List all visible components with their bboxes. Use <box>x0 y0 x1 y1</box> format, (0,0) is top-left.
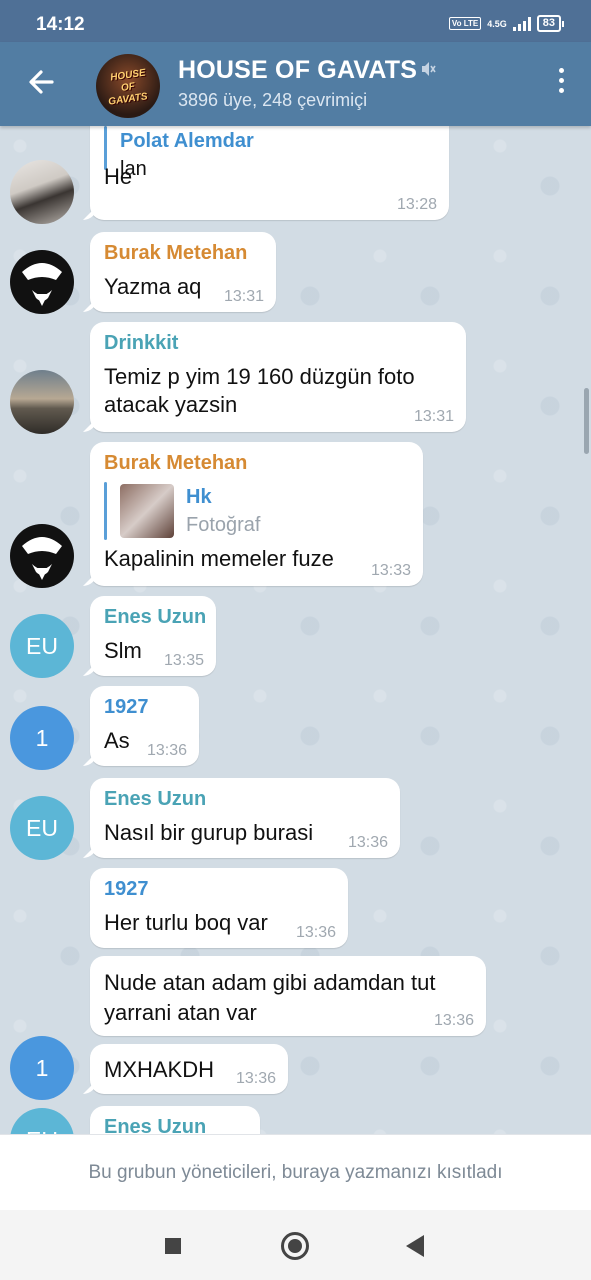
message-sender[interactable]: Enes Uzun <box>104 606 206 629</box>
avatar[interactable] <box>10 160 74 224</box>
message-bubble[interactable]: Enes Uzun Nasıl bir gurup burasi 13:36 <box>83 778 400 858</box>
message-bubble[interactable]: MXHAKDH 13:36 <box>83 1044 288 1094</box>
message-text: Temiz p yim 19 160 düzgün foto <box>104 364 415 389</box>
avatar[interactable]: 1 <box>10 706 74 770</box>
masked-face-avatar-icon <box>22 537 62 580</box>
message-text: Yazma aq <box>104 274 202 299</box>
message-bubble[interactable]: 1927 As 13:36 <box>83 686 199 766</box>
avatar[interactable]: EU <box>10 614 74 678</box>
battery-icon: 83 <box>536 15 565 32</box>
avatar[interactable] <box>10 524 74 588</box>
avatar[interactable]: 1 <box>10 1036 74 1100</box>
message-sender[interactable]: Polat Alemdar <box>120 130 254 153</box>
muted-icon <box>422 62 436 76</box>
message-time: 13:36 <box>433 1012 474 1029</box>
group-member-count: 3896 üye, 248 çevrimiçi <box>178 90 368 110</box>
home-icon[interactable] <box>281 1232 309 1260</box>
message-sender[interactable]: 1927 <box>104 696 149 719</box>
message-text: Her turlu boq var <box>104 910 268 935</box>
status-icons: Vo LTE 4.5G 83 <box>448 15 565 32</box>
scrollbar[interactable] <box>584 388 589 454</box>
status-bar: 14:12 Vo LTE 4.5G 83 <box>0 0 591 42</box>
message-bubble[interactable]: Enes Uzun Slm 13:35 <box>83 596 216 676</box>
group-avatar[interactable]: HOUSE OF GAVATS <box>96 54 160 118</box>
message-sender[interactable]: Drinkkit <box>104 332 178 355</box>
message-bubble[interactable]: Burak Metehan Hk Fotoğraf Kapalinin meme… <box>83 442 423 586</box>
message-time: 13:31 <box>223 288 264 305</box>
message-time: 13:33 <box>370 562 411 579</box>
reply-sender[interactable]: Hk <box>186 486 212 509</box>
avatar[interactable] <box>10 250 74 314</box>
message-time: 13:31 <box>413 408 454 425</box>
chat-header: HOUSE OF GAVATS HOUSE OF GAVATS 3896 üye… <box>0 42 591 126</box>
message-sender[interactable]: Burak Metehan <box>104 242 247 265</box>
reply-quote-bar <box>104 482 107 540</box>
message-text: Slm <box>104 638 142 663</box>
message-text: As <box>104 728 130 753</box>
message-sender[interactable]: 1927 <box>104 878 149 901</box>
signal-icon <box>512 16 531 31</box>
message-time: 13:28 <box>396 196 437 213</box>
message-text: Nasıl bir gurup burasi <box>104 820 314 845</box>
message-text: yarrani atan var <box>104 1000 257 1025</box>
more-menu-icon[interactable] <box>557 68 565 98</box>
message-sender[interactable]: Enes Uzun <box>104 788 206 811</box>
group-title[interactable]: HOUSE OF GAVATS <box>178 56 417 85</box>
message-text: Kapalinin memeler fuze <box>104 546 334 571</box>
message-sender[interactable]: Enes Uzun <box>104 1116 206 1134</box>
message-text: atacak yazsin <box>104 392 238 417</box>
volte-icon: Vo LTE <box>448 17 482 30</box>
message-sender[interactable]: Burak Metehan <box>104 452 247 475</box>
message-time: 13:36 <box>146 742 187 759</box>
message-bubble[interactable]: Nude atan adam gibi adamdan tut yarrani … <box>90 956 486 1036</box>
message-text: Nude atan adam gibi adamdan tut <box>104 970 436 995</box>
message-bubble[interactable]: 1927 Her turlu boq var 13:36 <box>90 868 348 948</box>
message-list[interactable]: Polat Alemdar lan He 13:28 Burak Metehan… <box>0 126 591 1134</box>
message-bubble[interactable]: Burak Metehan Yazma aq 13:31 <box>83 232 276 312</box>
status-time: 14:12 <box>36 14 85 35</box>
system-navigation-bar <box>0 1210 591 1280</box>
message-text: MXHAKDH <box>104 1057 215 1082</box>
message-bubble[interactable]: Drinkkit Temiz p yim 19 160 düzgün foto … <box>83 322 466 432</box>
posting-restricted-notice: Bu grubun yöneticileri, buraya yazmanızı… <box>0 1134 591 1210</box>
avatar[interactable]: EU <box>10 796 74 860</box>
network-type: 4.5G <box>487 18 507 29</box>
masked-face-avatar-icon <box>22 263 62 306</box>
back-triangle-icon[interactable] <box>406 1235 424 1257</box>
avatar[interactable] <box>10 370 74 434</box>
message-time: 13:36 <box>235 1070 276 1087</box>
recent-apps-icon[interactable] <box>165 1238 181 1254</box>
reply-text: Fotoğraf <box>186 514 261 536</box>
back-arrow-icon[interactable] <box>22 62 62 102</box>
message-bubble[interactable]: Polat Alemdar lan He 13:28 <box>83 126 449 220</box>
reply-photo-thumbnail[interactable] <box>120 484 174 538</box>
message-bubble[interactable]: Enes Uzun <box>90 1106 260 1134</box>
message-time: 13:36 <box>295 924 336 941</box>
message-text: He <box>104 164 133 189</box>
message-time: 13:36 <box>347 834 388 851</box>
avatar[interactable]: EU <box>10 1108 74 1134</box>
message-time: 13:35 <box>163 652 204 669</box>
